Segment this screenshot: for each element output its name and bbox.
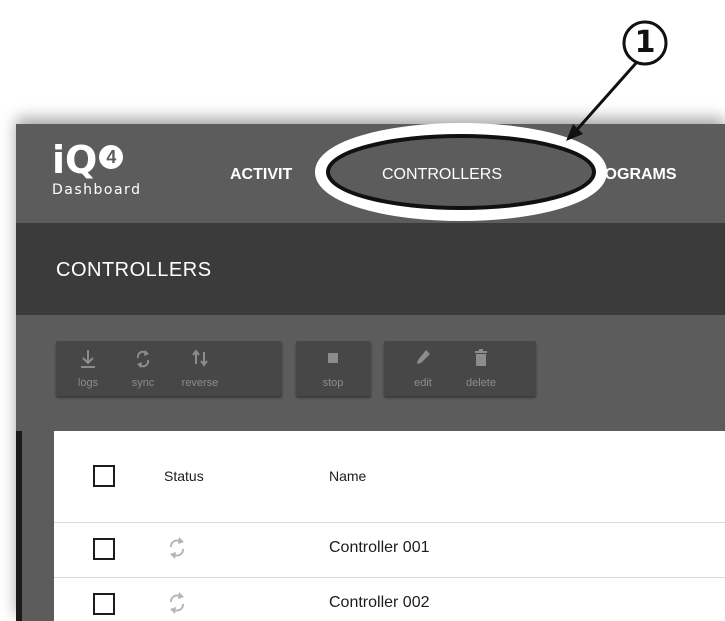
toolbar-group-stop: stop [296, 341, 371, 396]
nav-programs-label: ROGRAMS [604, 166, 677, 183]
page-title: CONTROLLERS [56, 259, 212, 281]
trash-icon [475, 349, 487, 366]
name-column-header[interactable]: Name [329, 468, 366, 484]
toolbar-group-edit: edit delete [384, 341, 536, 396]
nav-controllers[interactable]: CONTROLLERS [382, 165, 502, 185]
stop-button[interactable]: stop [306, 341, 360, 396]
reverse-label: reverse [181, 377, 219, 389]
logs-button[interactable]: logs [61, 341, 115, 396]
toolbar-group-primary: logs sync reverse [56, 341, 282, 396]
nav-activity[interactable]: ACTIVIT [230, 165, 314, 185]
edit-label: edit [414, 377, 432, 389]
sync-icon [136, 350, 150, 368]
table-header-row: Status Name [54, 431, 725, 523]
callout-leader-line [572, 61, 639, 134]
iq4-logo[interactable]: i Q 4 Dashboard [52, 140, 172, 210]
logo-letter-q: Q [65, 138, 98, 182]
nav-programs[interactable]: ROGRAMS [604, 165, 724, 185]
stop-label: stop [322, 377, 344, 389]
controller-name[interactable]: Controller 001 [329, 539, 430, 557]
sync-icon [170, 592, 184, 614]
controller-name[interactable]: Controller 002 [329, 594, 430, 612]
table-row[interactable]: Controller 001 [54, 523, 725, 578]
action-toolbar: logs sync reverse stop edit delete [16, 315, 725, 431]
delete-label: delete [466, 377, 496, 389]
status-column-header[interactable]: Status [164, 468, 204, 484]
reverse-arrows-icon [192, 349, 208, 367]
download-icon [81, 350, 95, 368]
row-checkbox[interactable] [93, 593, 115, 615]
top-navbar: i Q 4 Dashboard ACTIVIT CONTROLLERS ROGR… [16, 124, 725, 223]
row-checkbox[interactable] [93, 538, 115, 560]
logo-number-4: 4 [99, 145, 124, 169]
reverse-button[interactable]: reverse [173, 341, 227, 396]
stop-icon [328, 353, 338, 363]
logo-letter-i: i [52, 138, 65, 182]
logs-label: logs [77, 377, 99, 389]
pencil-icon [417, 350, 430, 364]
logo-wordmark: Dashboard [52, 182, 142, 198]
app-window: i Q 4 Dashboard ACTIVIT CONTROLLERS ROGR… [16, 124, 725, 621]
logo-mark: i Q 4 [52, 138, 124, 182]
edit-button[interactable]: edit [396, 341, 450, 396]
sync-button[interactable]: sync [116, 341, 170, 396]
table-row[interactable]: Controller 002 [54, 578, 725, 621]
callout-number: 1 [634, 25, 656, 60]
sync-label: sync [131, 377, 155, 389]
select-all-checkbox[interactable] [93, 465, 115, 487]
delete-button[interactable]: delete [454, 341, 508, 396]
controllers-table: Status Name Controller 001 Controller 00… [54, 431, 725, 621]
page-header: CONTROLLERS [16, 223, 725, 315]
sync-icon [170, 537, 184, 559]
